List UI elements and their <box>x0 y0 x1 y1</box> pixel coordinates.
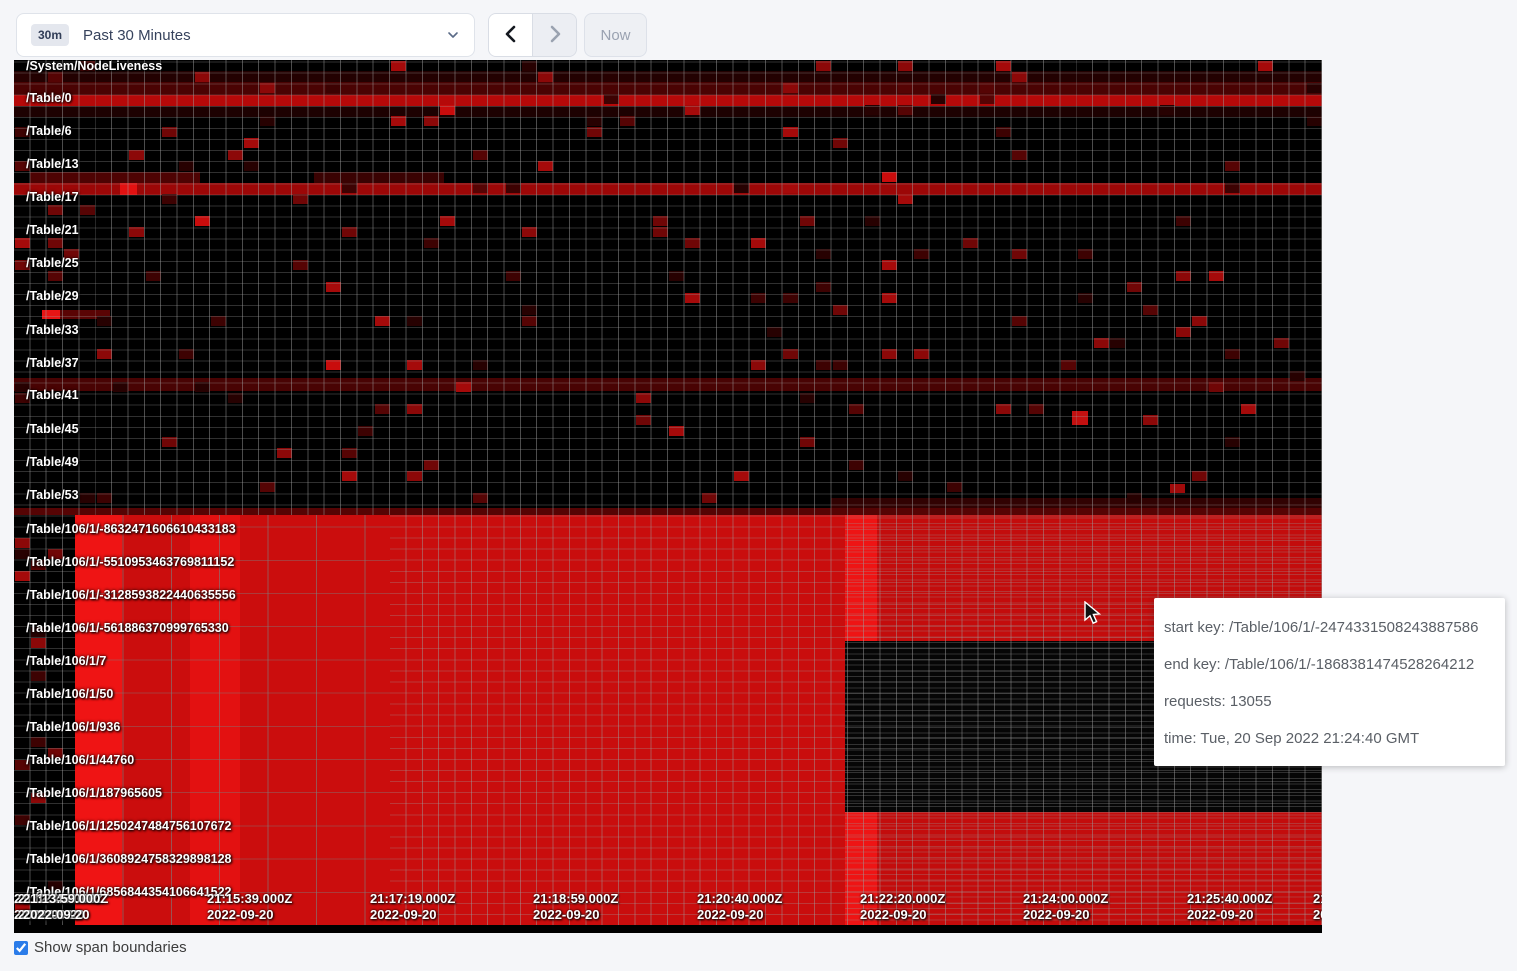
row-label: /Table/45 <box>26 422 79 437</box>
row-label: /Table/17 <box>26 190 79 205</box>
row-label: /Table/106/1/3608924758329898128 <box>26 852 232 867</box>
tooltip-start-key: start key: /Table/106/1/-247433150824388… <box>1164 609 1495 646</box>
row-label: /Table/21 <box>26 223 79 238</box>
row-label: /Table/106/1/-561886370999765330 <box>26 621 229 636</box>
row-label: /Table/106/1/-5510953463769811152 <box>26 555 234 570</box>
row-label: /Table/106/1/44760 <box>26 753 134 768</box>
row-label: /Table/106/1/187965605 <box>26 786 162 801</box>
row-label: /Table/106/1/50 <box>26 687 113 702</box>
x-axis-tick: 21:20:40.000Z2022-09-20 <box>697 891 782 923</box>
row-label: /Table/106/1/7 <box>26 654 106 669</box>
row-label: /Table/13 <box>26 157 79 172</box>
span-boundaries-row: Show span boundaries <box>14 939 187 956</box>
tooltip-requests: requests: 13055 <box>1164 683 1495 720</box>
row-label: /Table/106/1/-3128593822440635556 <box>26 588 236 603</box>
chevron-down-icon <box>446 28 460 42</box>
row-label: /Table/25 <box>26 256 79 271</box>
show-span-boundaries-label: Show span boundaries <box>34 939 187 956</box>
x-axis-tick: 21:25:40.000Z2022-09-20 <box>1187 891 1272 923</box>
row-label: /Table/106/1/936 <box>26 720 120 735</box>
row-label: /System/NodeLiveness <box>26 60 162 74</box>
x-axis-tick: 21:15:39.000Z2022-09-20 <box>207 891 292 923</box>
tooltip-time: time: Tue, 20 Sep 2022 21:24:40 GMT <box>1164 720 1495 757</box>
time-nav-group <box>488 13 577 57</box>
prev-window-button[interactable] <box>489 14 532 56</box>
key-visualizer-heatmap[interactable]: /System/NodeLiveness/Table/0/Table/6/Tab… <box>14 60 1322 933</box>
next-window-button[interactable] <box>533 14 576 56</box>
x-axis-tick: 21:24:00.000Z2022-09-20 <box>1023 891 1108 923</box>
time-range-label: Past 30 Minutes <box>83 27 191 44</box>
x-axis-tick: 21:22:20.000Z2022-09-20 <box>860 891 945 923</box>
show-span-boundaries-checkbox[interactable] <box>14 941 28 955</box>
x-axis-tick: 21:18:59.000Z2022-09-20 <box>533 891 618 923</box>
row-label: /Table/49 <box>26 455 79 470</box>
x-axis-tick: 21:13:59.000Z2022-09-20 <box>23 891 108 923</box>
tooltip-end-key: end key: /Table/106/1/-18683814745282642… <box>1164 646 1495 683</box>
row-label: /Table/37 <box>26 356 79 371</box>
row-label: /Table/33 <box>26 323 79 338</box>
duration-badge: 30m <box>31 24 69 46</box>
row-label: /Table/0 <box>26 91 72 106</box>
chevron-right-icon <box>547 25 563 46</box>
row-label: /Table/41 <box>26 388 79 403</box>
row-label: /Table/29 <box>26 289 79 304</box>
x-axis-tick: 21:17:19.000Z2022-09-20 <box>370 891 455 923</box>
time-range-select[interactable]: 30m Past 30 Minutes <box>16 13 475 57</box>
row-label: /Table/106/1/-8632471606610433183 <box>26 522 236 537</box>
cell-tooltip: start key: /Table/106/1/-247433150824388… <box>1154 598 1505 766</box>
row-label: /Table/6 <box>26 124 72 139</box>
toolbar: 30m Past 30 Minutes Now <box>0 0 1517 60</box>
row-label: /Table/106/1/1250247484756107672 <box>26 819 232 834</box>
now-button[interactable]: Now <box>584 13 647 57</box>
chevron-left-icon <box>503 25 519 46</box>
x-axis-tick: 21:27:20.000Z2022-09-20 <box>1313 891 1322 923</box>
row-label: /Table/53 <box>26 488 79 503</box>
